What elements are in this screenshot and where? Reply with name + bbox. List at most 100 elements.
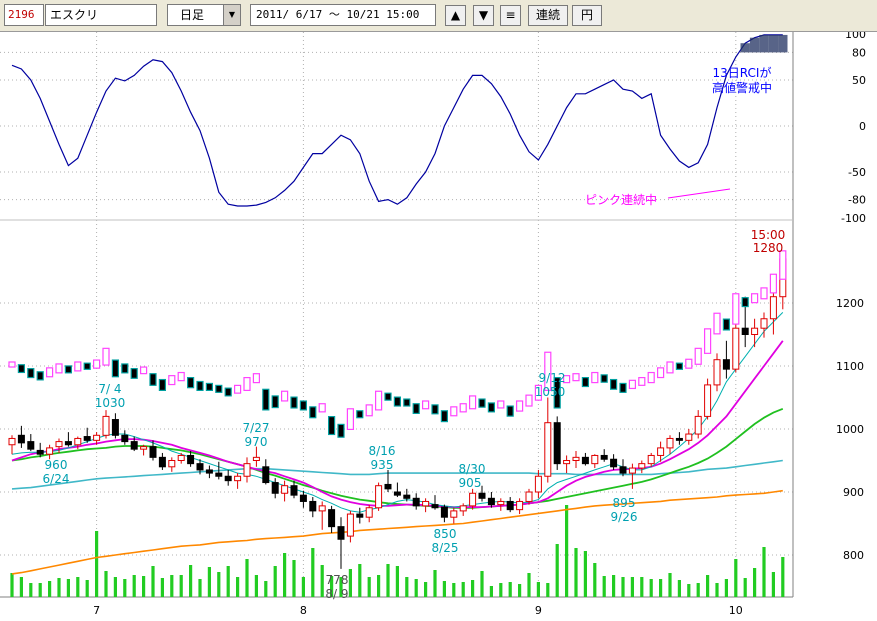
- rci-overbought-fill: [740, 43, 750, 53]
- candle-body: [215, 472, 223, 477]
- volume-bar: [424, 582, 428, 597]
- down-trend-box: [609, 378, 618, 390]
- volume-bar: [621, 577, 625, 597]
- candle-body: [234, 475, 242, 482]
- volume-bar: [565, 505, 569, 597]
- up-trend-box: [628, 379, 637, 390]
- trend-boxes: [8, 250, 787, 438]
- volume-bar: [508, 582, 512, 597]
- candle-body: [375, 485, 383, 509]
- candle-body: [647, 454, 655, 465]
- down-trend-box: [196, 380, 204, 391]
- volume-bar: [612, 575, 616, 597]
- volume-bar: [696, 583, 700, 597]
- candle-body: [36, 449, 44, 455]
- continuous-button[interactable]: 連続: [528, 5, 568, 26]
- candle-body: [168, 460, 176, 468]
- stock-name-field[interactable]: エスクリ: [45, 4, 157, 26]
- candle-body: [149, 446, 157, 458]
- candlesticks: [8, 252, 787, 569]
- volume-bar: [489, 586, 493, 597]
- down-trend-box: [290, 396, 298, 409]
- candle-body: [384, 483, 392, 490]
- down-trend-box: [111, 359, 120, 378]
- volume-bar: [104, 571, 108, 597]
- down-trend-box: [581, 377, 590, 388]
- scroll-up-button[interactable]: ▲: [445, 5, 466, 26]
- down-trend-box: [271, 395, 279, 409]
- volume-bar: [85, 580, 89, 597]
- up-trend-box: [656, 367, 665, 379]
- volume-bar: [367, 577, 371, 597]
- volume-bar: [273, 566, 277, 597]
- up-trend-box: [703, 328, 712, 354]
- volume-bar: [781, 557, 785, 597]
- yen-button[interactable]: 円: [572, 5, 602, 26]
- menu-button[interactable]: ≡: [500, 5, 521, 26]
- candle-body: [638, 463, 646, 469]
- candle-body: [83, 436, 91, 441]
- volume-bar: [320, 565, 324, 597]
- volume-bar: [292, 560, 296, 597]
- volume-bar: [499, 583, 503, 597]
- rci-overbought-fill: [768, 34, 779, 53]
- volume-bar: [602, 576, 606, 597]
- down-trend-box: [149, 373, 157, 386]
- volume-bar: [311, 548, 315, 597]
- volume-bar: [743, 578, 747, 597]
- candle-body: [318, 505, 326, 512]
- candle-body: [64, 441, 72, 446]
- month-tick-label: 8: [300, 604, 307, 617]
- candle-body: [751, 327, 759, 336]
- down-trend-box: [741, 297, 749, 308]
- stock-code-field[interactable]: 2196: [4, 4, 44, 26]
- down-trend-box: [412, 403, 420, 415]
- volume-bar: [142, 576, 146, 597]
- candle-body: [111, 419, 119, 436]
- stock-chart: 100 80 50 0 -50 -80 -100 1200 1100 1000 900 800 7 8 9 1…: [0, 32, 866, 617]
- volume-bar: [518, 584, 522, 597]
- price-tick-label: 1200: [836, 297, 864, 310]
- volume-bar: [734, 559, 738, 597]
- volume-bar: [76, 577, 80, 597]
- volume-bar: [29, 583, 33, 597]
- candle-body: [694, 415, 702, 435]
- volume-bar: [348, 569, 352, 597]
- down-trend-box: [205, 382, 213, 392]
- up-trend-box: [769, 273, 778, 294]
- peak-date-label: 9/12: [539, 371, 566, 385]
- volume-bar: [217, 572, 221, 597]
- up-trend-box: [177, 371, 185, 382]
- volume-bar: [724, 579, 728, 597]
- rci-title-line1: 13日RCIが: [713, 65, 772, 80]
- price-tick-label: 1000: [836, 423, 864, 436]
- candle-body: [121, 434, 129, 443]
- period-select[interactable]: 日足 ▼: [167, 4, 241, 26]
- down-trend-box: [722, 318, 731, 331]
- candle-body: [102, 415, 110, 436]
- candle-body: [290, 485, 298, 496]
- down-trend-box: [83, 362, 91, 370]
- rci-panel: [11, 34, 788, 207]
- candle-body: [299, 494, 307, 502]
- down-trend-box: [121, 363, 129, 374]
- down-trend-box: [158, 378, 166, 391]
- up-trend-box: [243, 377, 251, 392]
- rci-tick-label: 50: [852, 74, 866, 87]
- chevron-down-icon[interactable]: ▼: [223, 5, 240, 25]
- scroll-down-button[interactable]: ▼: [473, 5, 494, 26]
- low-price-label: 778: [326, 573, 349, 587]
- candle-body: [262, 466, 270, 484]
- up-trend-box: [281, 390, 289, 402]
- volume-bar: [198, 579, 202, 597]
- volume-bar: [38, 583, 42, 597]
- volume-bar: [405, 577, 409, 597]
- candle-body: [337, 526, 345, 540]
- candle-body: [365, 507, 373, 518]
- down-trend-box: [130, 368, 138, 379]
- volume-bar: [583, 551, 587, 597]
- date-range-field[interactable]: 2011/ 6/17 ～ 10/21 15:00: [250, 4, 436, 26]
- volume-bar: [301, 577, 305, 597]
- up-trend-box: [666, 361, 674, 374]
- last-price-label: 1280: [753, 241, 784, 255]
